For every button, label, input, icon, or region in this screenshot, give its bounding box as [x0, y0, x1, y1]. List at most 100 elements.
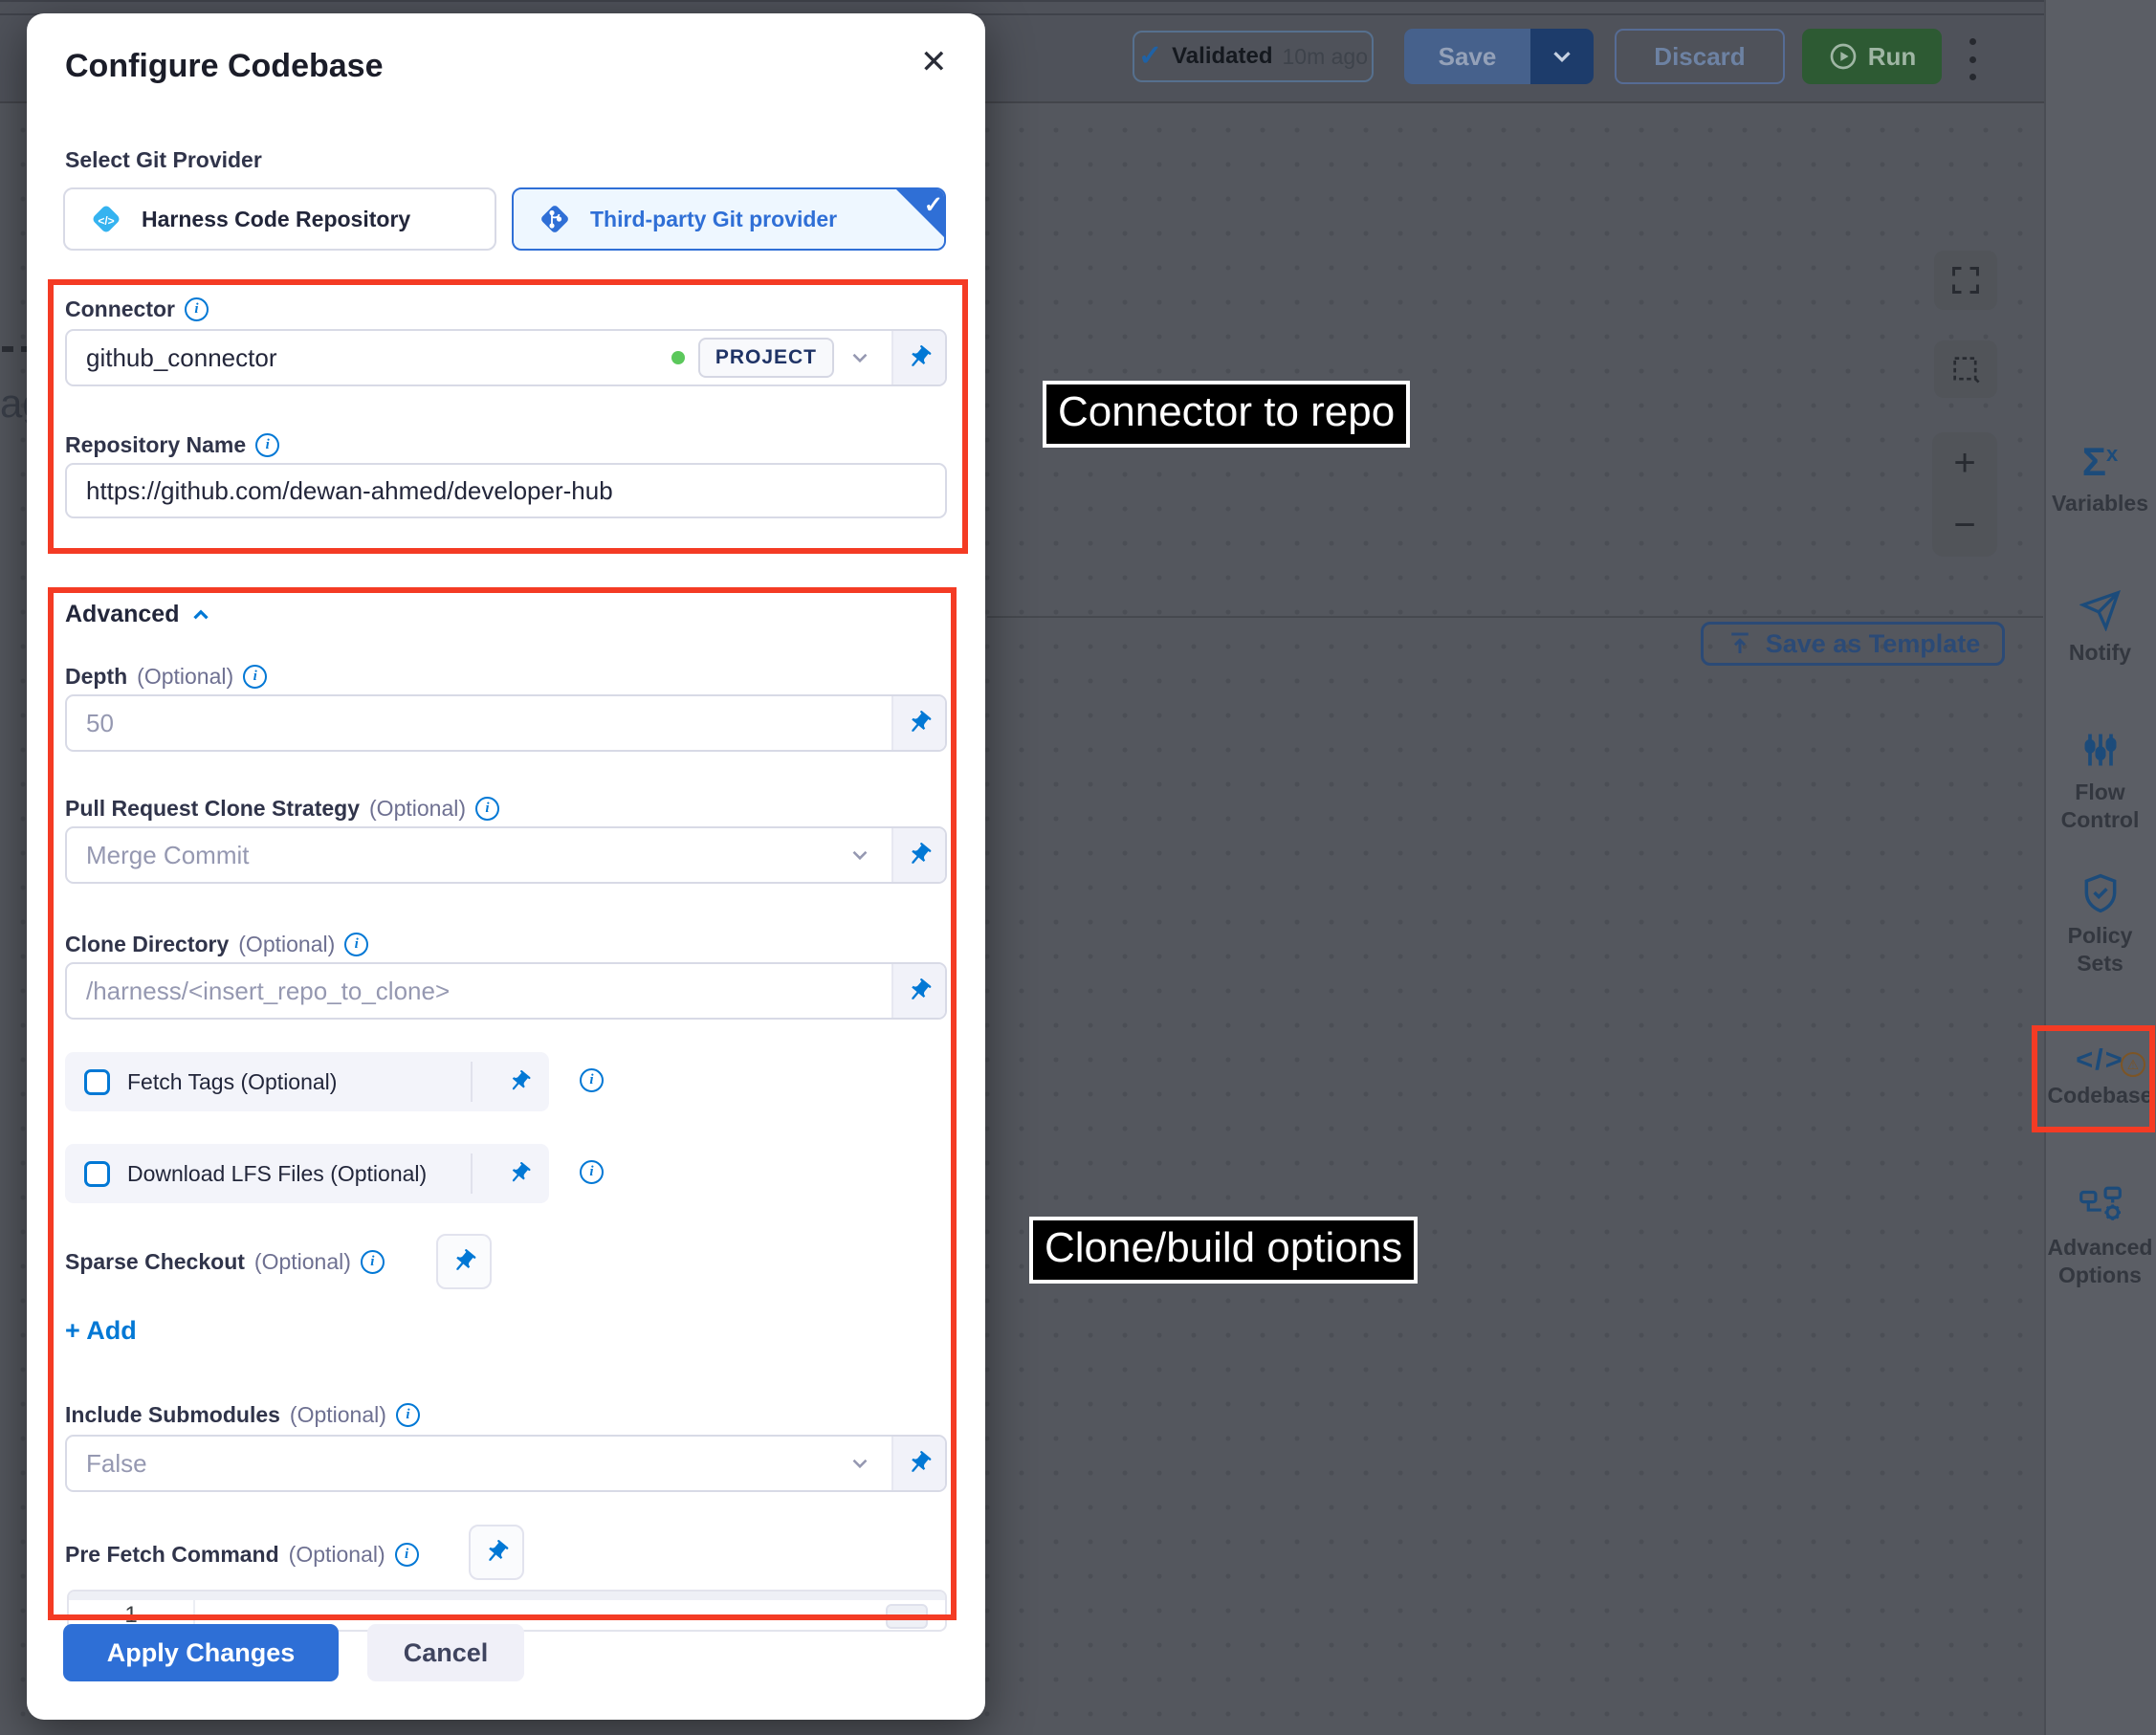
- include-submodules-label: Include Submodules(Optional)i: [65, 1402, 420, 1428]
- info-icon[interactable]: i: [580, 1068, 604, 1092]
- info-icon[interactable]: i: [255, 433, 279, 457]
- harness-code-repo-icon: </>: [86, 199, 126, 239]
- cancel-button[interactable]: Cancel: [367, 1624, 524, 1681]
- annotation-label-connector: Connector to repo: [1043, 381, 1410, 448]
- pin-icon: [906, 344, 933, 371]
- validated-time: 10m ago: [1283, 44, 1369, 70]
- sidebar-item-flow-control[interactable]: Flow Control: [2044, 729, 2156, 834]
- fetch-tags-checkbox[interactable]: [84, 1069, 110, 1095]
- download-lfs-checkbox[interactable]: [84, 1161, 110, 1187]
- connector-field[interactable]: github_connector PROJECT: [65, 329, 947, 386]
- info-icon[interactable]: i: [395, 1543, 419, 1567]
- more-options-menu[interactable]: [1963, 38, 1982, 80]
- advanced-section-toggle[interactable]: Advanced: [65, 601, 213, 628]
- sidebar-item-codebase[interactable]: </> ⚠ Codebase: [2044, 1044, 2156, 1109]
- pr-clone-strategy-select[interactable]: Merge Commit: [65, 826, 947, 884]
- pin-icon: [451, 1248, 477, 1275]
- marquee-select-button[interactable]: [1934, 340, 1997, 398]
- sidebar-item-notify[interactable]: Notify: [2044, 589, 2156, 667]
- pin-icon: [507, 1069, 532, 1094]
- include-submodules-value: False: [86, 1449, 147, 1479]
- sparse-checkout-add-link[interactable]: + Add: [65, 1316, 137, 1346]
- depth-field[interactable]: 50: [65, 694, 947, 752]
- repository-name-field[interactable]: https://github.com/dewan-ahmed/developer…: [65, 463, 947, 518]
- pin-runtime-input-button[interactable]: [469, 1525, 524, 1580]
- scope-badge: PROJECT: [698, 338, 834, 378]
- apply-changes-button[interactable]: Apply Changes: [63, 1624, 339, 1681]
- modal-title: Configure Codebase: [65, 48, 383, 85]
- shield-check-icon: [2079, 872, 2122, 914]
- editor-expand-button[interactable]: [886, 1604, 928, 1629]
- chevron-up-icon: [188, 603, 213, 627]
- sidebar-item-policy-sets[interactable]: Policy Sets: [2044, 872, 2156, 977]
- info-icon[interactable]: i: [580, 1160, 604, 1184]
- annotation-label-clone: Clone/build options: [1029, 1217, 1418, 1284]
- discard-button[interactable]: Discard: [1615, 29, 1785, 84]
- depth-placeholder: 50: [86, 709, 114, 738]
- fit-to-screen-button[interactable]: [1934, 251, 1997, 310]
- svg-text:</>: </>: [98, 214, 114, 228]
- screenshot-root: ✓ Validated 10m ago Save Discard Run Sav…: [0, 0, 2156, 1735]
- info-icon[interactable]: i: [185, 297, 209, 321]
- pin-runtime-input-button[interactable]: [490, 1161, 549, 1186]
- pin-icon: [507, 1161, 532, 1186]
- variables-icon: Σx: [2082, 442, 2118, 482]
- save-as-template-label: Save as Template: [1766, 629, 1981, 659]
- repository-name-label: Repository Namei: [65, 432, 279, 458]
- info-icon[interactable]: i: [344, 933, 368, 956]
- git-provider-label: Select Git Provider: [65, 147, 262, 173]
- info-icon[interactable]: i: [243, 665, 267, 689]
- play-icon: [1828, 41, 1859, 72]
- configure-codebase-modal: Configure Codebase ✕ Select Git Provider…: [27, 13, 985, 1720]
- pin-runtime-input-button[interactable]: [891, 696, 945, 750]
- warning-icon: ⚠: [2121, 1052, 2145, 1077]
- provider-card-harness[interactable]: </> Harness Code Repository: [63, 187, 496, 251]
- pin-runtime-input-button[interactable]: [436, 1234, 492, 1289]
- zoom-in-button[interactable]: +: [1953, 442, 1975, 485]
- chevron-down-icon[interactable]: [847, 1451, 872, 1476]
- pin-icon: [906, 977, 933, 1004]
- validated-label: Validated: [1172, 43, 1272, 70]
- info-icon[interactable]: i: [396, 1403, 420, 1427]
- upload-icon: [1726, 629, 1754, 658]
- provider-card-third-party[interactable]: Third-party Git provider ✓: [512, 187, 946, 251]
- validated-status-badge: ✓ Validated 10m ago: [1133, 31, 1374, 82]
- download-lfs-label: Download LFS Files (Optional): [127, 1161, 427, 1187]
- selection-box-icon: [1949, 353, 1982, 385]
- fetch-tags-row: Fetch Tags (Optional): [65, 1052, 549, 1111]
- save-as-template-button[interactable]: Save as Template: [1701, 622, 2005, 666]
- zoom-out-button[interactable]: −: [1953, 504, 1975, 547]
- fullscreen-icon: [1949, 264, 1982, 296]
- clone-directory-label: Clone Directory(Optional)i: [65, 932, 368, 957]
- connector-value: github_connector: [86, 343, 276, 373]
- pin-runtime-input-button[interactable]: [891, 828, 945, 882]
- sidebar-item-advanced-options[interactable]: Advanced Options: [2044, 1184, 2156, 1289]
- fetch-tags-label: Fetch Tags (Optional): [127, 1069, 337, 1095]
- chevron-down-icon[interactable]: [847, 843, 872, 868]
- save-button[interactable]: Save: [1404, 29, 1530, 84]
- chevron-down-icon[interactable]: [847, 345, 872, 370]
- clone-directory-placeholder: /harness/<insert_repo_to_clone>: [86, 977, 450, 1006]
- pin-icon: [906, 842, 933, 868]
- connector-label: Connectori: [65, 296, 209, 322]
- pin-runtime-input-button[interactable]: [490, 1069, 549, 1094]
- studio-right-sidebar: [2044, 0, 2156, 1735]
- clone-directory-field[interactable]: /harness/<insert_repo_to_clone>: [65, 962, 947, 1020]
- download-lfs-row: Download LFS Files (Optional): [65, 1144, 549, 1203]
- pin-icon: [906, 1450, 933, 1477]
- advanced-options-icon: [2078, 1184, 2123, 1226]
- repository-name-value: https://github.com/dewan-ahmed/developer…: [86, 476, 613, 506]
- close-icon[interactable]: ✕: [920, 46, 948, 78]
- save-dropdown-button[interactable]: [1530, 29, 1594, 84]
- sidebar-item-variables[interactable]: Σx Variables: [2044, 442, 2156, 517]
- run-button[interactable]: Run: [1802, 29, 1942, 84]
- notify-icon: [2079, 589, 2122, 631]
- include-submodules-select[interactable]: False: [65, 1435, 947, 1492]
- sparse-checkout-label: Sparse Checkout(Optional)i: [65, 1249, 385, 1275]
- pin-runtime-input-button[interactable]: [891, 331, 945, 384]
- info-icon[interactable]: i: [361, 1250, 385, 1274]
- connectivity-status-dot: [671, 351, 685, 364]
- pin-runtime-input-button[interactable]: [891, 1437, 945, 1490]
- pin-runtime-input-button[interactable]: [891, 964, 945, 1018]
- info-icon[interactable]: i: [475, 797, 499, 821]
